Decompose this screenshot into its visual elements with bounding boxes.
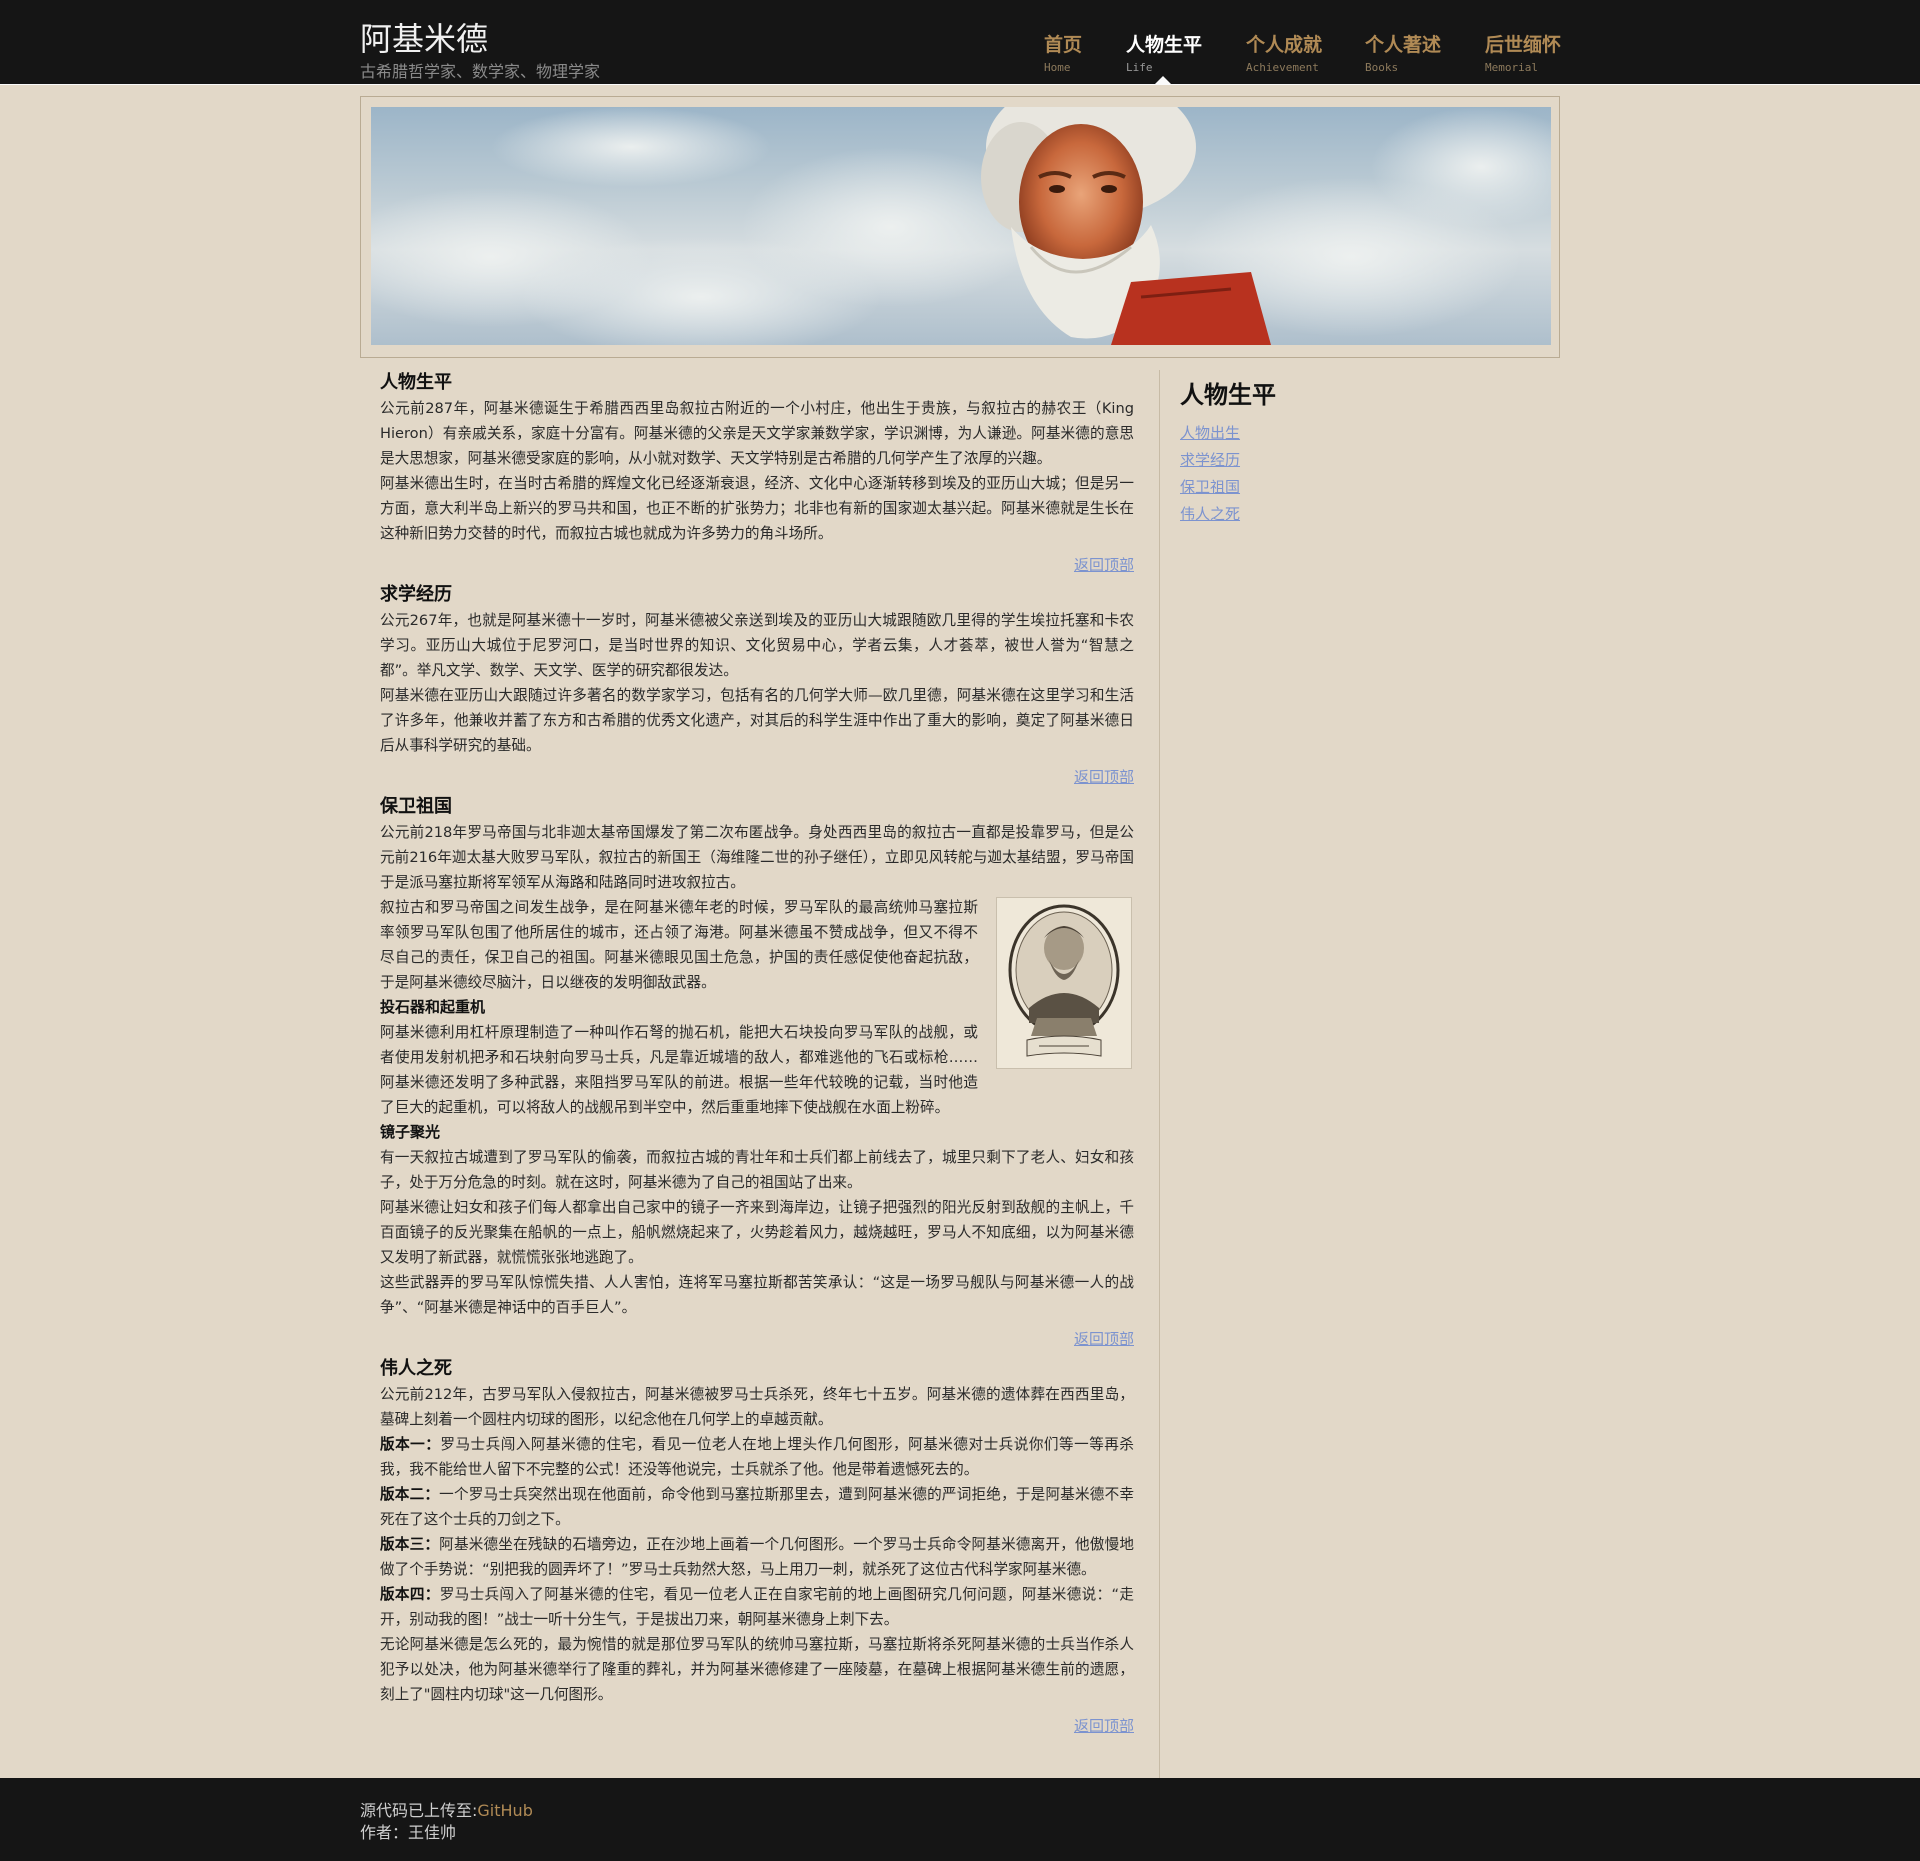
nav-achievement-label: 个人成就 <box>1246 34 1323 56</box>
version-label: 版本三： <box>380 1536 440 1553</box>
nav-life-sublabel: Life <box>1126 61 1153 74</box>
back-to-top-link[interactable]: 返回顶部 <box>380 1328 1134 1350</box>
paragraph: 公元前212年，古罗马军队入侵叙拉古，阿基米德被罗马士兵杀死，终年七十五岁。阿基… <box>380 1386 1134 1428</box>
version-text: 一个罗马士兵突然出现在他面前，命令他到马塞拉斯那里去，遭到阿基米德的严词拒绝，于… <box>380 1486 1134 1528</box>
nav-books-label: 个人著述 <box>1365 34 1442 56</box>
version-paragraph: 版本一：罗马士兵闯入阿基米德的住宅，看见一位老人在地上埋头作几何图形，阿基米德对… <box>380 1432 1134 1482</box>
paragraph: 阿基米德在亚历山大跟随过许多著名的数学家学习，包括有名的几何学大师—欧几里德，阿… <box>380 687 1134 754</box>
paragraph: 有一天叙拉古城遭到了罗马军队的偷袭，而叙拉古城的青壮年和士兵们都上前线去了，城里… <box>380 1149 1134 1191</box>
version-label: 版本二： <box>380 1486 440 1503</box>
sidebar-link-study[interactable]: 求学经历 <box>1180 447 1480 474</box>
site-title[interactable]: 阿基米德 <box>360 14 488 60</box>
back-to-top-link[interactable]: 返回顶部 <box>380 1715 1134 1737</box>
main-content: 人物生平 公元前287年，阿基米德诞生于希腊西西里岛叙拉古附近的一个小村庄，他出… <box>380 370 1134 1743</box>
paragraph: 阿基米德让妇女和孩子们每人都拿出自己家中的镜子一齐来到海岸边，让镜子把强烈的阳光… <box>380 1199 1134 1266</box>
nav-achievement-sublabel: Achievement <box>1246 61 1319 74</box>
paragraph: 公元前218年罗马帝国与北非迦太基帝国爆发了第二次布匿战争。身处西西里岛的叙拉古… <box>380 824 1134 891</box>
engraving-portrait <box>997 898 1131 1068</box>
section-title-study: 求学经历 <box>380 584 452 605</box>
nav-life[interactable]: 人物生平 Life <box>1126 30 1202 74</box>
banner-frame <box>360 96 1560 358</box>
nav-home[interactable]: 首页 Home <box>1044 30 1082 74</box>
footer-source-line: 源代码已上传至:GitHub <box>360 1797 533 1821</box>
nav-books-sublabel: Books <box>1365 61 1399 74</box>
column-divider <box>1159 370 1160 1778</box>
version-text: 阿基米德坐在残缺的石墙旁边，正在沙地上画着一个几何图形。一个罗马士兵命令阿基米德… <box>380 1536 1134 1578</box>
paragraph: 公元267年，也就是阿基米德十一岁时，阿基米德被父亲送到埃及的亚历山大城跟随欧几… <box>380 612 1134 679</box>
nav-home-label: 首页 <box>1044 34 1083 56</box>
subsection-title-mirrors: 镜子聚光 <box>380 1123 441 1141</box>
version-label: 版本四： <box>380 1586 440 1603</box>
nav-home-sublabel: Home <box>1044 61 1071 74</box>
sidebar-link-birth[interactable]: 人物出生 <box>1180 420 1480 447</box>
version-paragraph: 版本二：一个罗马士兵突然出现在他面前，命令他到马塞拉斯那里去，遭到阿基米德的严词… <box>380 1482 1134 1532</box>
sidebar-title: 人物生平 <box>1180 381 1276 409</box>
version-text: 罗马士兵闯入了阿基米德的住宅，看见一位老人正在自家宅前的地上画图研究几何问题，阿… <box>380 1586 1134 1628</box>
footer-author: 作者：王佳帅 <box>360 1823 457 1842</box>
active-nav-indicator <box>1155 76 1171 84</box>
site-header: 阿基米德 古希腊哲学家、数学家、物理学家 首页 Home 人物生平 Life 个… <box>0 0 1920 85</box>
footer-source-label: 源代码已上传至: <box>360 1801 478 1820</box>
section-title-life: 人物生平 <box>380 372 452 393</box>
nav-memorial-sublabel: Memorial <box>1485 61 1538 74</box>
section-life: 人物生平 公元前287年，阿基米德诞生于希腊西西里岛叙拉古附近的一个小村庄，他出… <box>380 370 1134 576</box>
version-paragraph: 版本四：罗马士兵闯入了阿基米德的住宅，看见一位老人正在自家宅前的地上画图研究几何… <box>380 1582 1134 1632</box>
archimedes-banner-image <box>371 107 1551 345</box>
paragraph: 这些武器弄的罗马军队惊慌失措、人人害怕，连将军马塞拉斯都苦笑承认：“这是一场罗马… <box>380 1274 1134 1316</box>
nav-life-label: 人物生平 <box>1126 34 1203 56</box>
paragraph: 无论阿基米德是怎么死的，最为惋惜的就是那位罗马军队的统帅马塞拉斯，马塞拉斯将杀死… <box>380 1636 1134 1703</box>
paragraph: 公元前287年，阿基米德诞生于希腊西西里岛叙拉古附近的一个小村庄，他出生于贵族，… <box>380 400 1134 467</box>
archimedes-engraving-image <box>996 897 1132 1069</box>
section-defend: 保卫祖国 公元前218年罗马帝国与北非迦太基帝国爆发了第二次布匿战争。身处西西里… <box>380 794 1134 1350</box>
nav-memorial-label: 后世缅怀 <box>1485 34 1562 56</box>
site-footer: 源代码已上传至:GitHub 作者：王佳帅 <box>0 1778 1920 1861</box>
version-paragraph: 版本三：阿基米德坐在残缺的石墙旁边，正在沙地上画着一个几何图形。一个罗马士兵命令… <box>380 1532 1134 1582</box>
nav-memorial[interactable]: 后世缅怀 Memorial <box>1485 30 1561 74</box>
banner-painting <box>371 107 1551 345</box>
section-title-death: 伟人之死 <box>380 1358 452 1379</box>
back-to-top-link[interactable]: 返回顶部 <box>380 766 1134 788</box>
back-to-top-link[interactable]: 返回顶部 <box>380 554 1134 576</box>
site-subtitle: 古希腊哲学家、数学家、物理学家 <box>360 62 601 81</box>
sidebar: 人物生平 人物出生 求学经历 保卫祖国 伟人之死 <box>1180 380 1480 528</box>
sidebar-link-death[interactable]: 伟人之死 <box>1180 501 1480 528</box>
nav-books[interactable]: 个人著述 Books <box>1365 30 1441 74</box>
section-study: 求学经历 公元267年，也就是阿基米德十一岁时，阿基米德被父亲送到埃及的亚历山大… <box>380 582 1134 788</box>
section-death: 伟人之死 公元前212年，古罗马军队入侵叙拉古，阿基米德被罗马士兵杀死，终年七十… <box>380 1356 1134 1737</box>
section-title-defend: 保卫祖国 <box>380 796 452 817</box>
version-text: 罗马士兵闯入阿基米德的住宅，看见一位老人在地上埋头作几何图形，阿基米德对士兵说你… <box>380 1436 1134 1478</box>
version-label: 版本一： <box>380 1436 441 1453</box>
nav-achievement[interactable]: 个人成就 Achievement <box>1246 30 1322 74</box>
sidebar-link-defend[interactable]: 保卫祖国 <box>1180 474 1480 501</box>
paragraph: 阿基米德出生时，在当时古希腊的辉煌文化已经逐渐衰退，经济、文化中心逐渐转移到埃及… <box>380 475 1134 542</box>
github-link[interactable]: GitHub <box>477 1801 532 1820</box>
